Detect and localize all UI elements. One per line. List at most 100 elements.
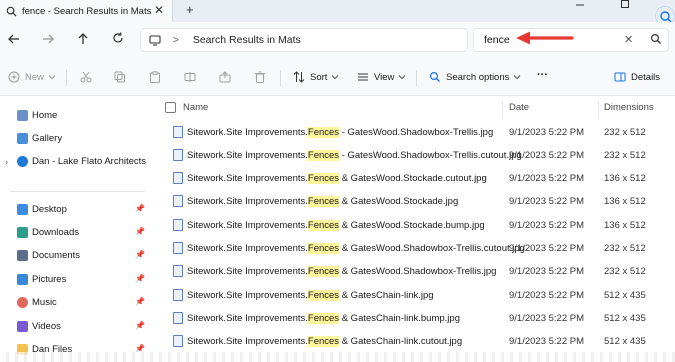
new-tab-button[interactable]: + [186, 2, 194, 17]
chevron-down-icon [332, 75, 339, 80]
table-row[interactable]: Sitework.Site Improvements.Fences & Gate… [158, 331, 675, 353]
more-options-button[interactable]: ··· [537, 69, 548, 81]
column-header-name[interactable]: Name [183, 102, 208, 113]
file-dimensions: 232 x 512 [604, 266, 646, 277]
maximize-icon[interactable] [620, 0, 630, 8]
file-name: Sitework.Site Improvements.Fences & Gate… [187, 313, 460, 324]
details-pane-icon [614, 72, 626, 82]
view-button[interactable]: View [357, 71, 406, 83]
breadcrumb-separator: > [173, 34, 179, 46]
search-icon[interactable] [650, 33, 662, 45]
table-row[interactable]: Sitework.Site Improvements.Fences - Gate… [158, 122, 675, 144]
sidebar-item-downloads[interactable]: Downloads [17, 224, 79, 240]
column-header-date[interactable]: Date [509, 102, 529, 113]
pictures-icon [17, 273, 28, 285]
tab-title: fence - Search Results in Mats [22, 5, 152, 17]
sidebar-item-documents[interactable]: Documents [17, 247, 80, 263]
file-name: Sitework.Site Improvements.Fences - Gate… [187, 127, 494, 138]
search-options-label: Search options [446, 71, 510, 83]
sidebar-item-label: Documents [32, 249, 81, 261]
file-list: Name Date Dimensions Sitework.Site Impro… [158, 97, 675, 362]
view-icon [358, 73, 368, 81]
select-all-checkbox[interactable] [165, 102, 176, 113]
address-bar[interactable]: > Search Results in Mats [140, 28, 468, 52]
image-file-icon [173, 335, 183, 347]
file-name: Sitework.Site Improvements.Fences - Gate… [187, 150, 522, 161]
command-bar: New Sort View Search options ··· Details [0, 58, 675, 96]
forward-arrow-icon[interactable] [42, 33, 55, 45]
table-row[interactable]: Sitework.Site Improvements.Fences & Gate… [158, 191, 675, 213]
file-date: 9/1/2023 5:22 PM [509, 336, 584, 347]
sidebar-item-home[interactable]: Home [17, 107, 57, 123]
breadcrumb-location[interactable]: Search Results in Mats [193, 34, 301, 46]
cut-icon[interactable] [80, 71, 92, 83]
search-input[interactable]: fence [484, 34, 510, 46]
table-row[interactable]: Sitework.Site Improvements.Fences & Gate… [158, 168, 675, 190]
sidebar-item-gallery[interactable]: Gallery [17, 130, 62, 146]
minimize-icon[interactable] [574, 0, 586, 10]
sidebar-item-pictures[interactable]: Pictures [17, 271, 66, 287]
new-label: New [25, 71, 45, 83]
sidebar-item-desktop[interactable]: Desktop [17, 201, 67, 217]
sort-icon [293, 71, 305, 83]
sidebar-item-music[interactable]: Music [17, 294, 57, 310]
column-divider[interactable] [598, 101, 599, 119]
new-button[interactable]: New [8, 71, 56, 83]
pin-icon: 📌 [135, 250, 145, 259]
details-button[interactable]: Details [614, 71, 660, 83]
delete-icon[interactable] [254, 71, 266, 83]
share-icon[interactable] [219, 71, 231, 83]
divider [416, 70, 417, 86]
up-arrow-icon[interactable] [77, 32, 89, 45]
clear-search-icon[interactable]: ✕ [624, 33, 633, 46]
file-name: Sitework.Site Improvements.Fences & Gate… [187, 173, 487, 184]
sort-button[interactable]: Sort [293, 71, 339, 83]
table-row[interactable]: Sitework.Site Improvements.Fences & Gate… [158, 261, 675, 283]
gallery-icon [17, 132, 28, 144]
pin-icon: 📌 [135, 321, 145, 330]
file-dimensions: 136 x 512 [604, 220, 646, 231]
view-label: View [374, 71, 395, 83]
plus-circle-icon [8, 71, 20, 83]
file-name: Sitework.Site Improvements.Fences & Gate… [187, 336, 463, 347]
search-options-button[interactable]: Search options [429, 71, 521, 83]
table-row[interactable]: Sitework.Site Improvements.Fences & Gate… [158, 285, 675, 307]
sidebar-item-videos[interactable]: Videos [17, 318, 61, 334]
refresh-icon[interactable] [112, 32, 124, 44]
file-date: 9/1/2023 5:22 PM [509, 313, 584, 324]
file-date: 9/1/2023 5:22 PM [509, 220, 584, 231]
image-file-icon [173, 289, 183, 301]
table-row[interactable]: Sitework.Site Improvements.Fences & Gate… [158, 238, 675, 260]
file-date: 9/1/2023 5:22 PM [509, 173, 584, 184]
copy-icon[interactable] [114, 71, 126, 83]
table-row[interactable]: Sitework.Site Improvements.Fences - Gate… [158, 145, 675, 167]
file-name: Sitework.Site Improvements.Fences & Gate… [187, 290, 434, 301]
sidebar-item-onedrive[interactable]: Dan - Lake Flato Architects [17, 153, 146, 169]
image-file-icon [173, 126, 183, 138]
column-header-dimensions[interactable]: Dimensions [604, 102, 654, 113]
chevron-down-icon [514, 75, 521, 80]
pin-icon: 📌 [135, 274, 145, 283]
image-file-icon [173, 219, 183, 231]
rename-icon[interactable] [184, 71, 196, 83]
close-icon[interactable]: ✕ [154, 3, 164, 17]
sort-label: Sort [310, 71, 328, 83]
desktop-icon [17, 203, 28, 215]
table-row[interactable]: Sitework.Site Improvements.Fences & Gate… [158, 308, 675, 330]
paste-icon[interactable] [149, 71, 161, 83]
table-row[interactable]: Sitework.Site Improvements.Fences & Gate… [158, 215, 675, 237]
chevron-right-icon[interactable]: › [5, 157, 8, 167]
music-icon [17, 296, 28, 308]
file-date: 9/1/2023 5:22 PM [509, 266, 584, 277]
column-divider[interactable] [502, 101, 503, 119]
back-arrow-icon[interactable] [7, 33, 20, 45]
file-dimensions: 232 x 512 [604, 243, 646, 254]
divider [66, 70, 67, 86]
pin-icon: 📌 [135, 297, 145, 306]
file-name: Sitework.Site Improvements.Fences & Gate… [187, 196, 459, 207]
sidebar-item-label: Dan - Lake Flato Architects [32, 155, 147, 167]
home-icon [17, 109, 28, 121]
image-file-icon [173, 265, 183, 277]
tab-search-results[interactable]: fence - Search Results in Mats ✕ [0, 0, 173, 22]
documents-icon [17, 249, 28, 261]
